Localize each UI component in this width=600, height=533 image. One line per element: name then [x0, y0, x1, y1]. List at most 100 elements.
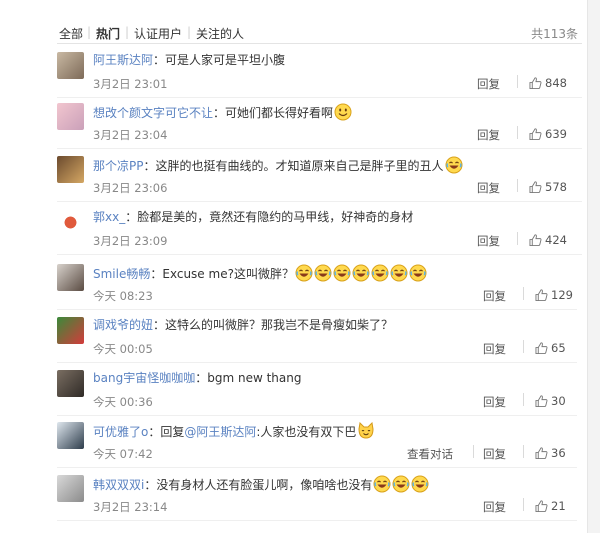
comment-item: 可优雅了o：回复@阿王斯达阿:人家也没有双下巴 今天 07:42 查看对话 回复 36 [57, 417, 577, 468]
comment-content: Excuse me?这叫微胖？ [162, 267, 294, 281]
avatar[interactable] [57, 209, 84, 236]
like-button[interactable]: 129 [535, 288, 573, 302]
action-separator [523, 393, 524, 406]
action-separator [517, 75, 518, 88]
reply-prefix: 回复 [160, 425, 185, 439]
colon: ： [148, 425, 161, 439]
like-button[interactable]: 21 [535, 499, 566, 513]
comment-panel: 全部 | 热门 | 认证用户 | 关注的人 共113条 阿王斯达阿：可是人家可是… [0, 0, 600, 533]
username-link[interactable]: 郭xx_ [93, 210, 125, 224]
comment-time: 今天 00:05 [93, 342, 153, 356]
like-count: 424 [545, 233, 567, 247]
reply-button[interactable]: 回复 [483, 288, 506, 304]
filter-separator: | [87, 25, 92, 39]
comment-time: 3月2日 23:01 [93, 77, 168, 91]
reply-button[interactable]: 回复 [477, 233, 500, 249]
username-link[interactable]: 想改个颜文字可它不让 [93, 106, 213, 120]
like-button[interactable]: 424 [529, 233, 567, 247]
cat-emoji-icon [356, 422, 375, 439]
action-separator [517, 232, 518, 245]
colon: ： [125, 210, 138, 224]
reply-button[interactable]: 回复 [477, 76, 500, 92]
reply-button[interactable]: 回复 [483, 499, 506, 515]
avatar[interactable] [57, 264, 84, 291]
reply-button[interactable]: 回复 [483, 341, 506, 357]
colon: ： [153, 53, 166, 67]
colon: ： [144, 478, 157, 492]
reply-button[interactable]: 回复 [477, 180, 500, 196]
divider [57, 467, 577, 468]
avatar[interactable] [57, 156, 84, 183]
comment-content: 可她们都长得好看啊 [225, 106, 334, 120]
laughing-emoji-icon [410, 475, 429, 493]
divider [57, 254, 582, 255]
laughing-emoji-icon [391, 475, 410, 493]
divider [57, 43, 582, 44]
thumbs-up-icon [535, 447, 548, 459]
divider [57, 520, 577, 521]
comment-item: 调戏爷的妞：这特么的叫微胖？那我岂不是骨瘦如柴了？ 今天 00:05 回复 65 [57, 312, 577, 363]
action-separator [517, 179, 518, 192]
laughing-emoji-icon [372, 475, 391, 493]
avatar[interactable] [57, 52, 84, 79]
laughing-emoji-icon [332, 264, 351, 282]
comment-item: 郭xx_：脸都是美的，竟然还有隐约的马甲线，好神奇的身材 3月2日 23:09 回复… [57, 204, 582, 255]
username-link[interactable]: 调戏爷的妞 [93, 318, 153, 332]
thumbs-up-icon [529, 77, 542, 89]
mention-link[interactable]: @阿王斯达阿 [184, 425, 256, 439]
reply-button[interactable]: 回复 [477, 127, 500, 143]
filter-tab-all[interactable]: 全部 [59, 25, 83, 42]
comment-text: 可优雅了o：回复@阿王斯达阿:人家也没有双下巴 [93, 422, 375, 440]
username-link[interactable]: 韩双双双i [93, 478, 144, 492]
action-separator [473, 445, 474, 458]
comment-content: 这胖的也挺有曲线的。才知道原来自己是胖子里的丑人 [155, 159, 444, 173]
comment-time: 3月2日 23:06 [93, 181, 168, 195]
like-button[interactable]: 65 [535, 341, 566, 355]
view-dialog-button[interactable]: 查看对话 [407, 446, 453, 462]
colon: ： [150, 267, 163, 281]
filter-tab-hot[interactable]: 热门 [96, 25, 120, 42]
username-link[interactable]: 阿王斯达阿 [93, 53, 153, 67]
comment-content: 脸都是美的，竟然还有隐约的马甲线，好神奇的身材 [137, 210, 414, 224]
comment-time: 3月2日 23:04 [93, 128, 168, 142]
avatar[interactable] [57, 370, 84, 397]
colon: ： [195, 371, 208, 385]
like-button[interactable]: 848 [529, 76, 567, 90]
like-count: 21 [551, 499, 566, 513]
reply-button[interactable]: 回复 [483, 394, 506, 410]
laughing-emoji-icon [294, 264, 313, 282]
divider [57, 362, 577, 363]
like-button[interactable]: 639 [529, 127, 567, 141]
colon: ： [213, 106, 226, 120]
comment-text: 郭xx_：脸都是美的，竟然还有隐约的马甲线，好神奇的身材 [93, 209, 413, 225]
laughing-emoji-icon [313, 264, 332, 282]
action-separator [523, 445, 524, 458]
comment-text: 调戏爷的妞：这特么的叫微胖？那我岂不是骨瘦如柴了？ [93, 317, 393, 333]
avatar[interactable] [57, 422, 84, 449]
filter-tab-verified[interactable]: 认证用户 [134, 25, 182, 42]
like-button[interactable]: 578 [529, 180, 567, 194]
username-link[interactable]: 可优雅了o [93, 425, 148, 439]
smile-emoji-icon [333, 103, 352, 121]
comment-text: Smile畅畅：Excuse me?这叫微胖？ [93, 264, 427, 282]
comment-item: bang宇宙怪咖咖咖：bgm new thang 今天 00:36 回复 30 [57, 365, 577, 416]
like-button[interactable]: 36 [535, 446, 566, 460]
divider [57, 201, 582, 202]
colon: ： [143, 159, 156, 173]
username-link[interactable]: 那个凉PP [93, 159, 143, 173]
avatar[interactable] [57, 103, 84, 130]
username-link[interactable]: bang宇宙怪咖咖咖 [93, 371, 195, 385]
action-separator [517, 126, 518, 139]
divider [57, 148, 582, 149]
scroll-track[interactable] [587, 0, 600, 533]
avatar[interactable] [57, 475, 84, 502]
thumbs-up-icon [529, 234, 542, 246]
comment-time: 3月2日 23:14 [93, 500, 168, 514]
filter-tab-following[interactable]: 关注的人 [196, 25, 244, 42]
reply-button[interactable]: 回复 [483, 446, 506, 462]
username-link[interactable]: Smile畅畅 [93, 267, 150, 281]
comment-content: 没有身材人还有脸蛋儿啊，像咱啥也没有 [156, 478, 373, 492]
like-button[interactable]: 30 [535, 394, 566, 408]
avatar[interactable] [57, 317, 84, 344]
comment-content: bgm new thang [207, 371, 302, 385]
